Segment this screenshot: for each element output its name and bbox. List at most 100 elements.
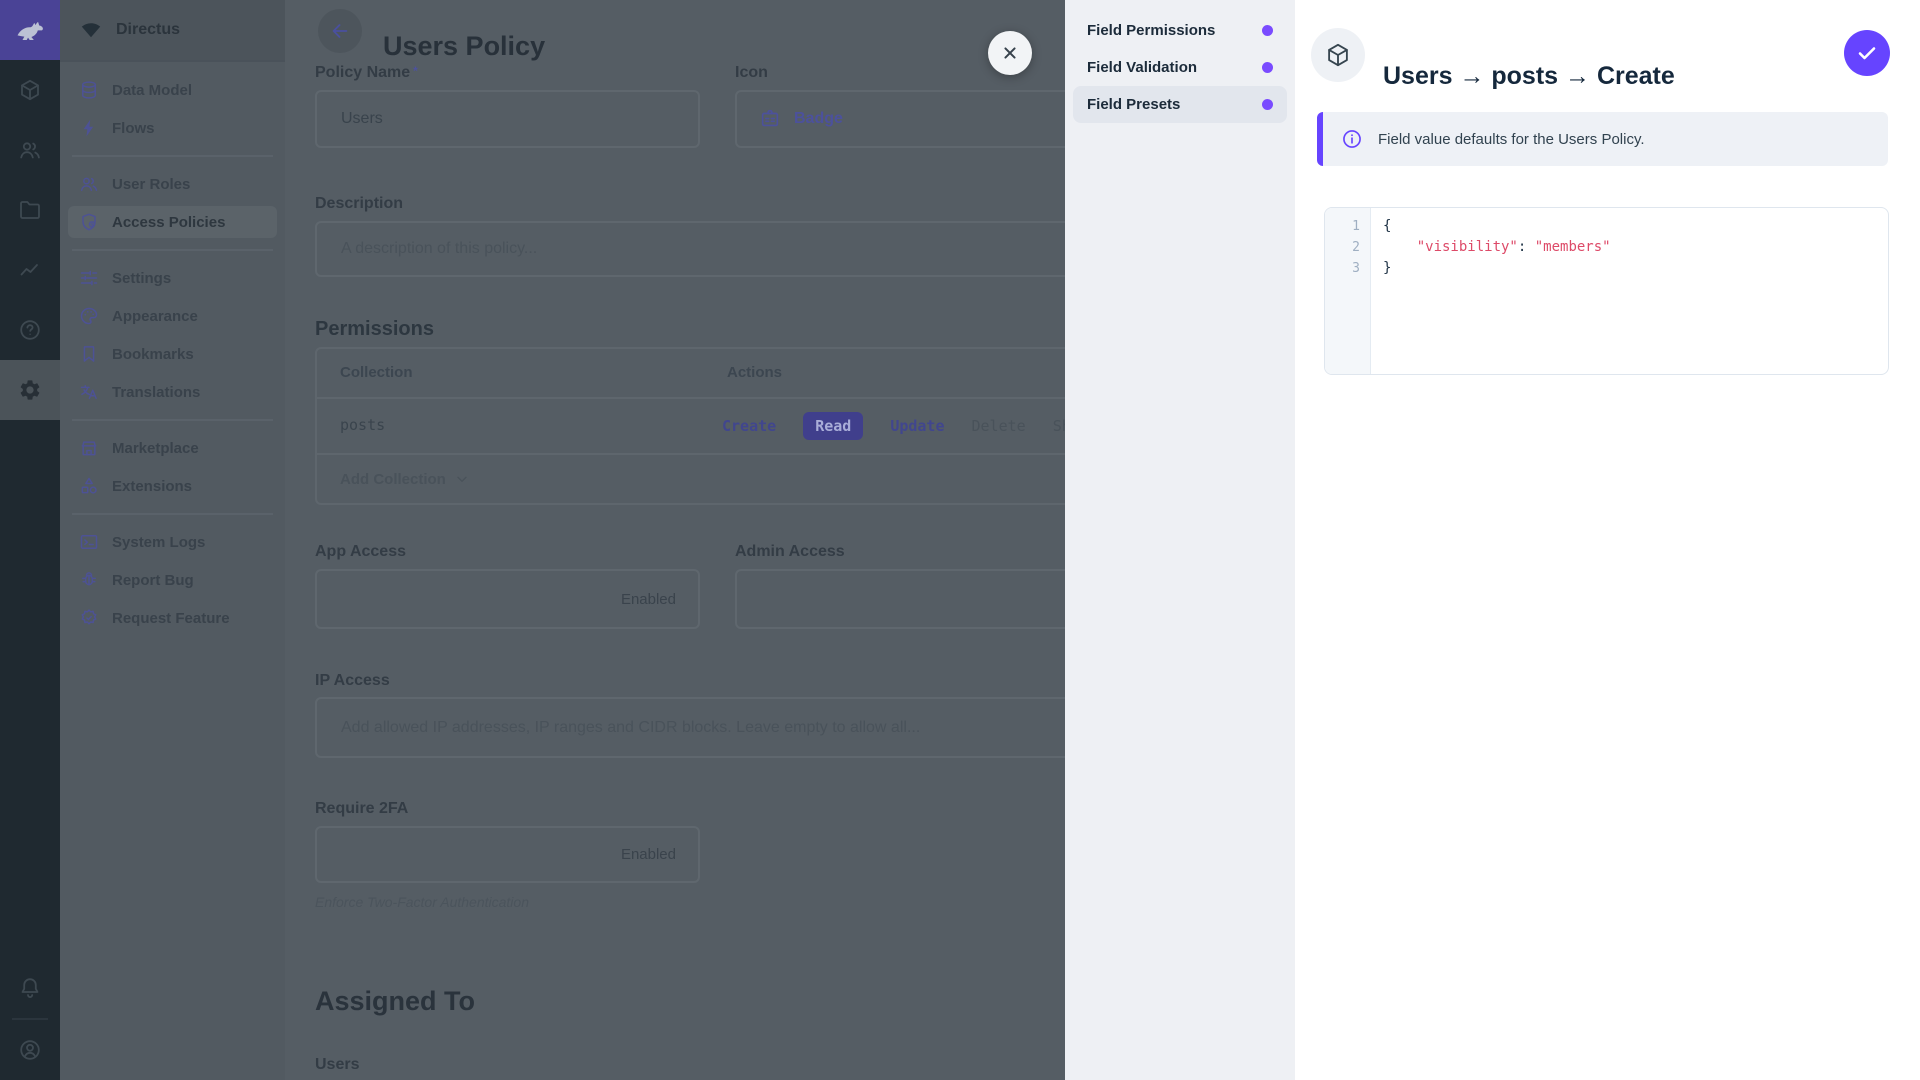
- menu-item-field-validation[interactable]: Field Validation: [1073, 49, 1287, 86]
- drawer-side-menu: Field Permissions Field Validation Field…: [1065, 0, 1295, 1080]
- bookmark-icon: [79, 344, 99, 364]
- sidebar-divider: [72, 155, 273, 157]
- drawer-title: Users → posts → Create: [1383, 62, 1675, 91]
- collection-column-header: Collection: [340, 364, 413, 381]
- settings-sidebar: Directus Data Model Flows User Rol: [60, 0, 285, 1080]
- code-lines: 1 { 2 "visibility": "members" 3 }: [1325, 208, 1888, 279]
- sidebar-item-label: Data Model: [112, 82, 192, 99]
- help-icon: [18, 318, 42, 342]
- module-settings[interactable]: [0, 360, 60, 420]
- menu-item-field-permissions[interactable]: Field Permissions: [1073, 12, 1287, 49]
- description-label: Description: [315, 195, 403, 213]
- require-2fa-checkbox[interactable]: [339, 845, 606, 865]
- insights-icon: [18, 258, 42, 282]
- admin-access-label: Admin Access: [735, 543, 845, 561]
- module-bar: [0, 0, 60, 1080]
- module-bar-bottom: [0, 958, 60, 1080]
- status-dot-icon: [1262, 25, 1273, 36]
- module-file-library[interactable]: [0, 180, 60, 240]
- sidebar-nav-list: Data Model Flows User Roles Access Pol: [60, 62, 285, 634]
- sidebar-item-label: Access Policies: [112, 214, 225, 231]
- sidebar-divider: [72, 249, 273, 251]
- directus-logo[interactable]: [0, 0, 60, 60]
- line-number: 2: [1325, 237, 1371, 258]
- box-icon: [18, 78, 42, 102]
- code-text: "visibility": "members": [1371, 237, 1611, 258]
- sidebar-item-flows[interactable]: Flows: [68, 112, 277, 144]
- account-button[interactable]: [0, 1020, 60, 1080]
- cube-icon: [1325, 42, 1351, 68]
- policy-name-label: Policy Name*: [315, 64, 418, 82]
- arrow-left-icon: [329, 20, 351, 42]
- sidebar-item-access-policies[interactable]: Access Policies: [68, 206, 277, 238]
- sidebar-item-bookmarks[interactable]: Bookmarks: [68, 338, 277, 370]
- field-presets-code-editor[interactable]: 1 { 2 "visibility": "members" 3 }: [1324, 207, 1889, 375]
- directus-app: Directus Data Model Flows User Rol: [0, 0, 1920, 1080]
- sidebar-item-label: User Roles: [112, 176, 190, 193]
- policy-name-input[interactable]: [339, 109, 676, 129]
- project-name: Directus: [116, 21, 180, 39]
- project-bar[interactable]: Directus: [60, 0, 285, 62]
- icon-value: Badge: [794, 110, 843, 128]
- action-update-button[interactable]: Update: [890, 417, 944, 435]
- sidebar-item-extensions[interactable]: Extensions: [68, 470, 277, 502]
- notice-text: Field value defaults for the Users Polic…: [1378, 131, 1645, 148]
- verified-icon: [79, 608, 99, 628]
- field-presets-drawer: Users → posts → Create Field value defau…: [1295, 0, 1920, 1080]
- require-2fa-note: Enforce Two-Factor Authentication: [315, 894, 529, 910]
- project-status-icon: [79, 18, 103, 42]
- sidebar-item-translations[interactable]: Translations: [68, 376, 277, 408]
- sidebar-item-settings[interactable]: Settings: [68, 262, 277, 294]
- users-icon: [18, 138, 42, 162]
- sidebar-item-label: Translations: [112, 384, 200, 401]
- check-icon: [1855, 41, 1879, 65]
- bell-icon: [18, 976, 42, 1000]
- code-line: 3 }: [1325, 258, 1888, 279]
- sidebar-item-system-logs[interactable]: System Logs: [68, 526, 277, 558]
- status-dot-icon: [1262, 62, 1273, 73]
- close-icon: [999, 42, 1021, 64]
- sidebar-item-data-model[interactable]: Data Model: [68, 74, 277, 106]
- sidebar-item-report-bug[interactable]: Report Bug: [68, 564, 277, 596]
- action-delete-button[interactable]: Delete: [972, 417, 1026, 435]
- gear-icon: [18, 378, 42, 402]
- sidebar-item-appearance[interactable]: Appearance: [68, 300, 277, 332]
- require-2fa-label: Require 2FA: [315, 800, 408, 818]
- module-documentation[interactable]: [0, 300, 60, 360]
- required-mark: *: [413, 64, 418, 78]
- permission-actions: Create Read Update Delete Share: [722, 399, 1098, 453]
- line-number: 1: [1325, 216, 1371, 237]
- app-access-checkbox[interactable]: [339, 589, 606, 609]
- info-icon: [1341, 128, 1363, 150]
- module-insights[interactable]: [0, 240, 60, 300]
- module-user-directory[interactable]: [0, 120, 60, 180]
- ip-access-label: IP Access: [315, 672, 390, 690]
- assigned-users-label: Users: [315, 1056, 359, 1074]
- code-line: 2 "visibility": "members": [1325, 237, 1888, 258]
- icon-label: Icon: [735, 64, 768, 82]
- sidebar-item-label: System Logs: [112, 534, 205, 551]
- menu-item-field-presets[interactable]: Field Presets: [1073, 86, 1287, 123]
- action-read-button[interactable]: Read: [803, 412, 863, 440]
- terminal-icon: [79, 532, 99, 552]
- permissions-heading: Permissions: [315, 318, 434, 341]
- storefront-icon: [79, 438, 99, 458]
- notifications-button[interactable]: [0, 958, 60, 1018]
- palette-icon: [79, 306, 99, 326]
- action-create-button[interactable]: Create: [722, 417, 776, 435]
- folder-icon: [18, 198, 42, 222]
- app-access-field: Enabled: [315, 569, 700, 629]
- rabbit-logo-icon: [13, 13, 47, 47]
- category-icon: [79, 476, 99, 496]
- sidebar-item-user-roles[interactable]: User Roles: [68, 168, 277, 200]
- module-data-model[interactable]: [0, 60, 60, 120]
- sidebar-item-label: Flows: [112, 120, 155, 137]
- policy-name-field: [315, 90, 700, 148]
- save-button[interactable]: [1844, 30, 1890, 76]
- sidebar-item-marketplace[interactable]: Marketplace: [68, 432, 277, 464]
- sidebar-item-request-feature[interactable]: Request Feature: [68, 602, 277, 634]
- sidebar-item-label: Appearance: [112, 308, 198, 325]
- bolt-icon: [79, 118, 99, 138]
- back-button[interactable]: [318, 9, 362, 53]
- close-drawer-button[interactable]: [988, 31, 1032, 75]
